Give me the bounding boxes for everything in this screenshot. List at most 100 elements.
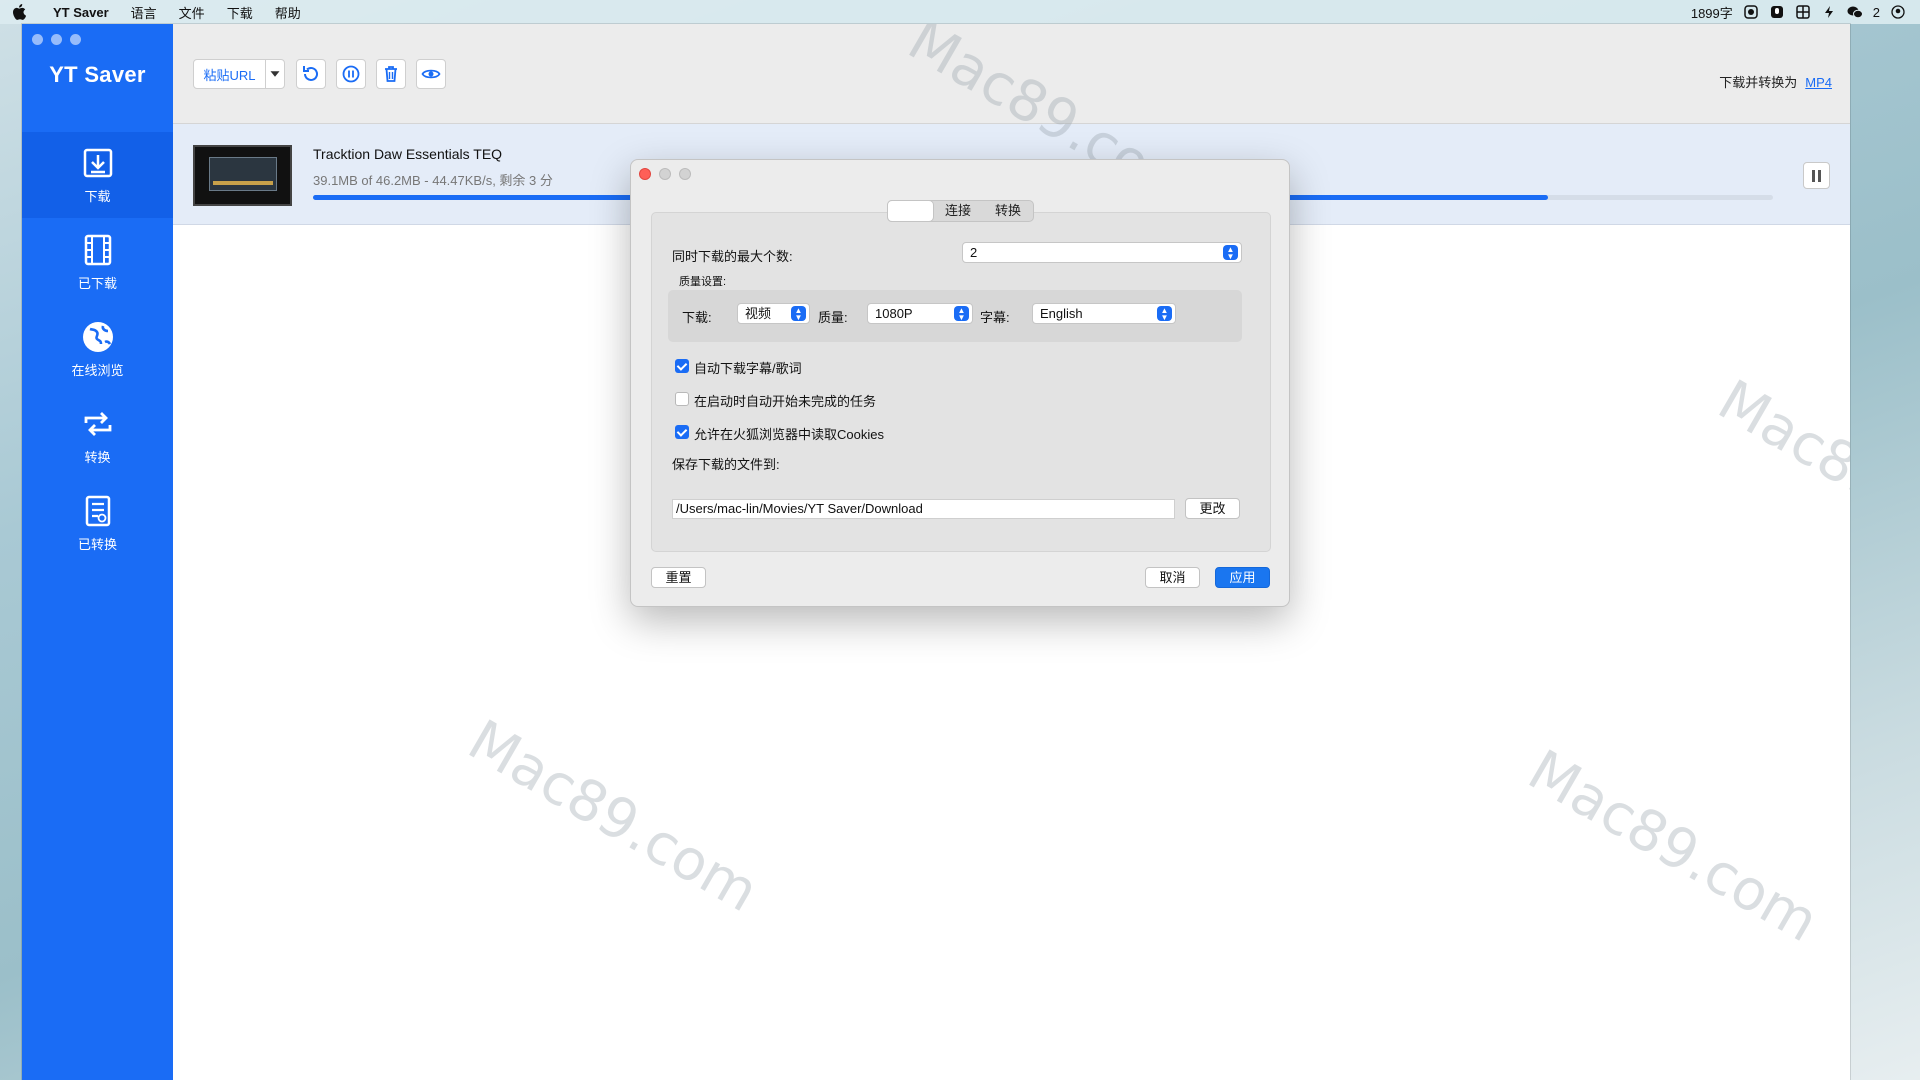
download-icon [83, 148, 112, 177]
quality-section-label: 质量设置: [679, 276, 727, 288]
sidebar-item-label: 已下载 [77, 275, 117, 291]
sidebar-item-browse[interactable]: 在线浏览 [22, 306, 173, 392]
download-stats: 39.1MB of 46.2MB - 44.47KB/s, 剩余 3 分 [313, 173, 553, 188]
download-title: Tracktion Daw Essentials TEQ [313, 146, 503, 162]
preview-button[interactable] [416, 59, 446, 89]
wechat-count: 2 [1872, 4, 1880, 20]
sidebar: YT Saver 下载 已下载 在线浏览 转换 已转换 [22, 24, 173, 1080]
toolbar: 粘贴URL 下载并转换为 MP4 [173, 24, 1850, 124]
auto-subtitle-checkbox[interactable] [675, 359, 689, 373]
dialog-zoom-button[interactable] [679, 168, 691, 180]
firefox-cookies-label: 允许在火狐浏览器中读取Cookies [694, 427, 884, 442]
pause-download-button[interactable] [1803, 162, 1830, 189]
sidebar-item-label: 已转换 [77, 536, 117, 552]
paste-url-button[interactable]: 粘贴URL [193, 59, 266, 89]
mic-icon[interactable] [1769, 4, 1785, 20]
convert-format-setting: 下载并转换为 MP4 [1719, 72, 1832, 91]
menu-help[interactable]: 帮助 [264, 3, 312, 22]
max-downloads-label: 同时下载的最大个数: [672, 249, 793, 264]
watermark: Mac89.com [1517, 737, 1829, 956]
apply-button[interactable]: 应用 [1215, 567, 1270, 588]
zoom-button[interactable] [70, 34, 81, 45]
sidebar-item-label: 在线浏览 [71, 362, 124, 378]
dialog-close-button[interactable] [639, 168, 651, 180]
menu-download[interactable]: 下载 [216, 3, 264, 22]
delete-button[interactable] [376, 59, 406, 89]
sidebar-item-converted[interactable]: 已转换 [22, 480, 173, 566]
grid-icon[interactable] [1795, 4, 1811, 20]
record-icon[interactable] [1743, 4, 1759, 20]
tab-connection[interactable]: 连接 [933, 201, 983, 221]
menu-file[interactable]: 文件 [168, 3, 216, 22]
pause-circle-icon [342, 65, 360, 83]
auto-subtitle-label: 自动下载字幕/歌词 [694, 361, 802, 376]
convert-icon [84, 411, 111, 436]
subtitle-select[interactable]: English ▲ ▼ [1032, 303, 1176, 324]
watermark: Mac89.com [1707, 367, 1850, 586]
updown-icon: ▲ ▼ [791, 306, 806, 321]
download-type-select[interactable]: 视频 ▲ ▼ [737, 303, 810, 324]
download-type-label: 下载: [682, 310, 712, 325]
video-thumbnail [193, 145, 292, 206]
minimize-button[interactable] [51, 34, 62, 45]
globe-icon [82, 321, 113, 352]
auto-resume-label: 在启动时自动开始未完成的任务 [694, 394, 877, 409]
save-path-field[interactable]: /Users/mac-lin/Movies/YT Saver/Download [672, 499, 1175, 519]
subtitle-label: 字幕: [980, 310, 1010, 325]
subtitle-value: English [1040, 306, 1083, 321]
app-window: YT Saver 下载 已下载 在线浏览 转换 已转换 粘贴URL 下载并转换为… [22, 24, 1850, 1080]
updown-icon: ▲ ▼ [1157, 306, 1172, 321]
bolt-icon[interactable] [1821, 4, 1837, 20]
max-downloads-value: 2 [970, 245, 978, 260]
cancel-button[interactable]: 取消 [1145, 567, 1200, 588]
dialog-window-controls [639, 168, 691, 180]
reset-button[interactable]: 重置 [651, 567, 706, 588]
change-path-button[interactable]: 更改 [1185, 498, 1240, 519]
refresh-button[interactable] [296, 59, 326, 89]
convert-label: 下载并转换为 [1719, 75, 1798, 90]
window-controls [32, 34, 81, 45]
convert-format-link[interactable]: MP4 [1805, 75, 1832, 90]
menu-app-name[interactable]: YT Saver [42, 5, 120, 20]
paste-url-dropdown[interactable] [265, 59, 285, 89]
settings-panel: 同时下载的最大个数: 2 ▲ ▼ 质量设置: 下载: 视频 ▲ ▼ 质量: 1080… [651, 212, 1271, 552]
app-logo: YT Saver [49, 62, 146, 87]
film-icon [84, 234, 111, 265]
quality-value: 1080P [875, 306, 913, 321]
quality-settings-box: 下载: 视频 ▲ ▼ 质量: 1080P ▲ ▼ 字幕: English ▲ ▼ [668, 290, 1242, 342]
sidebar-item-download[interactable]: 下载 [22, 132, 173, 218]
tab-convert[interactable]: 转换 [983, 201, 1033, 221]
menu-bar: YT Saver 语言 文件 下载 帮助 1899字 2 [0, 0, 1920, 24]
sidebar-item-downloaded[interactable]: 已下载 [22, 219, 173, 305]
trash-icon [385, 66, 397, 82]
apple-icon[interactable] [12, 4, 28, 20]
sidebar-item-label: 转换 [84, 449, 111, 465]
download-type-value: 视频 [745, 306, 772, 321]
preferences-dialog: 同时下载的最大个数: 2 ▲ ▼ 质量设置: 下载: 视频 ▲ ▼ 质量: 1080… [630, 159, 1290, 607]
sidebar-item-label: 下载 [84, 188, 111, 204]
auto-resume-checkbox[interactable] [675, 392, 689, 406]
pause-all-button[interactable] [336, 59, 366, 89]
watermark: Mac89.com [457, 707, 769, 926]
quality-select[interactable]: 1080P ▲ ▼ [867, 303, 973, 324]
dialog-minimize-button[interactable] [659, 168, 671, 180]
tab-general[interactable] [888, 201, 933, 221]
word-count[interactable]: 1899字 [1691, 3, 1733, 22]
updown-icon: ▲ ▼ [954, 306, 969, 321]
eye-icon [421, 69, 441, 79]
save-to-label: 保存下载的文件到: [672, 457, 780, 472]
menu-language[interactable]: 语言 [120, 3, 168, 22]
quality-label: 质量: [818, 310, 848, 325]
updown-icon: ▲ ▼ [1223, 245, 1238, 260]
user-avatar-icon[interactable] [1890, 4, 1906, 20]
refresh-icon [303, 66, 318, 81]
close-button[interactable] [32, 34, 43, 45]
chevron-down-icon [270, 71, 280, 77]
max-downloads-select[interactable]: 2 ▲ ▼ [962, 242, 1242, 263]
pause-icon [1812, 169, 1815, 182]
wechat-icon[interactable] [1847, 4, 1863, 20]
firefox-cookies-checkbox[interactable] [675, 425, 689, 439]
converted-list-icon [85, 495, 110, 526]
sidebar-item-convert[interactable]: 转换 [22, 393, 173, 479]
settings-tabs: 连接 转换 [887, 200, 1035, 222]
